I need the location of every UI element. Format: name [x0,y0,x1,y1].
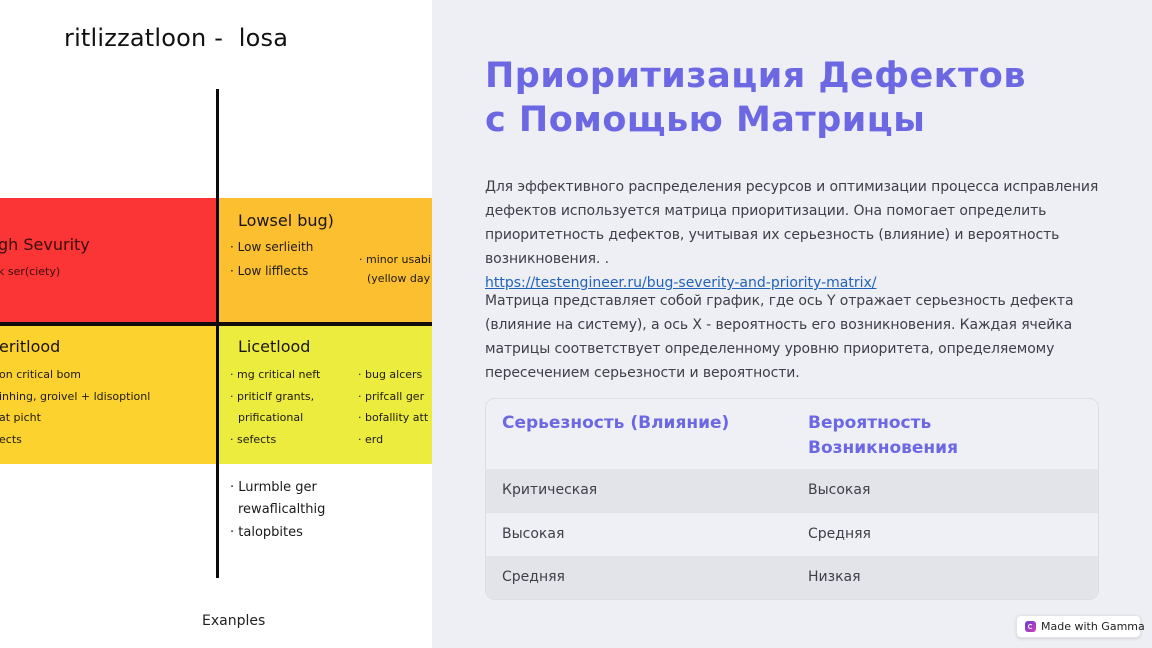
cell-item: · Low lifflects [230,264,309,278]
cell-item: · priticlf grants, [230,390,315,403]
table-row: Средняя Низкая [486,556,1098,599]
made-with-gamma-badge[interactable]: Made with Gamma [1016,615,1145,638]
example-item: · Lurmble ger [230,480,317,495]
table-cell-probability: Низкая [808,569,861,585]
cell-item: · erd [358,433,384,446]
cell-item: · minor usabili [359,253,432,266]
matrix-description-paragraph: Матрица представляет собой график, где о… [485,293,1074,381]
cell-item: · prifcall ger [358,390,425,403]
table-cell-probability: Средняя [808,526,871,542]
cell-header: gh Sevurity [0,235,90,254]
example-item: rewaflicalthig [238,502,326,517]
gamma-logo-icon [1025,621,1036,632]
cell-item: prificational [238,411,304,424]
cell-item: · Low serlieith [230,240,314,254]
cell-item: · sefects [230,433,277,446]
cell-item: · bug alcers [358,368,423,381]
slide-title-line-2: с Помощью Матрицы [485,100,926,140]
table-cell-probability: Высокая [808,482,871,498]
cell-item: k ser(ciety) [0,265,61,278]
cell-header: Lowsel bug) [238,211,334,230]
table-row: Высокая Средняя [486,513,1098,557]
matrix-cell-critical-likelihood: eritlood on critical bom inhing, groivel… [0,324,218,464]
matrix-cell-low-severity: Lowsel bug) · Low serlieith · Low liffle… [218,198,432,324]
example-item: · talopbites [230,525,303,540]
horizontal-axis-line [0,322,432,326]
table-row: Критическая Высокая [486,469,1098,513]
cell-item: · bofallity att [358,411,429,424]
badge-label: Made with Gamma [1041,620,1145,633]
matrix-cell-high-severity: gh Sevurity k ser(ciety) [0,198,218,324]
cell-item: ects [0,433,22,446]
matrix-cell-likelihood: Licetlood · mg critical neft · priticlf … [218,324,432,464]
cell-item: inhing, groivel + ldisoptionl [0,390,151,403]
table-cell-severity: Высокая [502,526,565,542]
slide-title: Приоритизация Дефектов с Помощью Матрицы [485,54,1125,142]
priority-table: Серьезность (Влияние) Вероятность Возник… [485,398,1099,600]
cell-header: Licetlood [238,337,311,356]
cell-item: (yellow day [367,272,431,285]
cell-item: at picht [0,411,41,424]
cell-item: on critical bom [0,368,81,381]
intro-paragraph: Для эффективного распределения ресурсов … [485,179,1099,267]
vertical-axis-line [216,89,219,578]
table-header-row: Серьезность (Влияние) Вероятность Возник… [486,399,1098,469]
table-cell-severity: Средняя [502,569,565,585]
cell-header: eritlood [0,337,61,356]
cell-item: · mg critical neft [230,368,321,381]
column-header-severity: Серьезность (Влияние) [502,413,730,433]
column-header-probability: Вероятность Возникновения [808,413,958,458]
matrix-illustration: ritlizzatloon - losa gh Sevurity k ser(c… [0,0,432,648]
table-cell-severity: Критическая [502,482,598,498]
slide-title-line-1: Приоритизация Дефектов [485,56,1026,96]
illustration-title: ritlizzatloon - losa [64,24,289,52]
illustration-caption: Exanples [202,613,266,629]
